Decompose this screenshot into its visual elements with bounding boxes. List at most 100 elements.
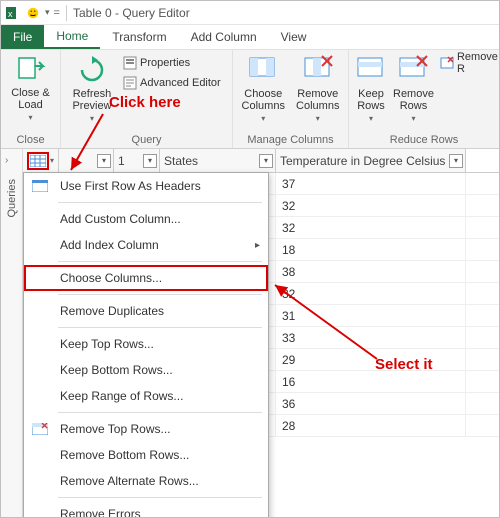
- remove-columns-label: Remove Columns: [294, 88, 343, 112]
- group-reduce-rows-label: Reduce Rows: [349, 134, 499, 148]
- menu-keep-range-rows[interactable]: Keep Range of Rows...: [24, 383, 268, 409]
- tab-add-column[interactable]: Add Column: [179, 25, 269, 49]
- remove-rows-icon: [397, 54, 429, 86]
- keep-rows-button[interactable]: Keep Rows ▾: [355, 54, 387, 123]
- menu-add-index-column[interactable]: Add Index Column ▸: [24, 232, 268, 258]
- choose-columns-button[interactable]: Choose Columns ▾: [239, 54, 288, 123]
- properties-icon: [123, 56, 137, 70]
- cell-temperature[interactable]: 38: [276, 261, 466, 282]
- data-grid: ▾ ▾ 1 ▾ States ▾ Temperature in Degree C…: [23, 149, 499, 517]
- menu-remove-alternate-rows[interactable]: Remove Alternate Rows...: [24, 468, 268, 494]
- properties-label: Properties: [140, 57, 190, 69]
- menu-separator: [58, 294, 262, 295]
- qat-dropdown-icon[interactable]: ▾: [45, 7, 50, 18]
- group-manage-columns-label: Manage Columns: [233, 134, 348, 148]
- dropdown-icon: ▾: [411, 114, 415, 123]
- menu-label: Add Custom Column...: [60, 212, 181, 226]
- table-context-menu: Use First Row As Headers Add Custom Colu…: [23, 172, 269, 517]
- choose-columns-label: Choose Columns: [239, 88, 288, 112]
- choose-columns-icon: [247, 54, 279, 86]
- menu-separator: [58, 412, 262, 413]
- tab-transform[interactable]: Transform: [100, 25, 178, 49]
- keep-rows-label: Keep Rows: [355, 88, 387, 112]
- menu-separator: [58, 202, 262, 203]
- menu-separator: [58, 261, 262, 262]
- menu-label: Add Index Column: [60, 238, 159, 252]
- cell-temperature[interactable]: 33: [276, 327, 466, 348]
- column-1-label: 1: [118, 154, 125, 168]
- menu-label: Remove Bottom Rows...: [60, 448, 189, 462]
- menu-add-custom-column[interactable]: Add Custom Column...: [24, 206, 268, 232]
- menu-separator: [58, 327, 262, 328]
- queries-rail-label: Queries: [6, 179, 18, 218]
- refresh-icon: [76, 54, 108, 86]
- advanced-editor-button[interactable]: Advanced Editor: [123, 74, 221, 92]
- dropdown-icon: ▾: [28, 113, 32, 122]
- cell-temperature[interactable]: 28: [276, 415, 466, 436]
- remove-rows-button[interactable]: Remove Rows ▾: [393, 54, 434, 123]
- menu-label: Remove Top Rows...: [60, 422, 171, 436]
- column-header-blank[interactable]: ▾: [59, 149, 114, 172]
- menu-separator: [58, 497, 262, 498]
- tab-view[interactable]: View: [269, 25, 319, 49]
- window-title: Table 0 - Query Editor: [73, 6, 190, 20]
- table-header-icon: [32, 178, 48, 194]
- menu-remove-errors[interactable]: Remove Errors: [24, 501, 268, 517]
- menu-use-first-row[interactable]: Use First Row As Headers: [24, 173, 268, 199]
- menu-choose-columns[interactable]: Choose Columns...: [24, 265, 268, 291]
- menu-label: Choose Columns...: [60, 271, 162, 285]
- app-excel-icon: x: [5, 5, 21, 21]
- column-states-label: States: [164, 154, 198, 168]
- menu-label: Keep Top Rows...: [60, 337, 154, 351]
- refresh-preview-button[interactable]: Refresh Preview ▾: [67, 54, 117, 123]
- cell-temperature[interactable]: 29: [276, 349, 466, 370]
- menu-label: Use First Row As Headers: [60, 179, 201, 193]
- close-load-icon: [15, 54, 47, 86]
- properties-button[interactable]: Properties: [123, 54, 221, 72]
- menu-label: Keep Range of Rows...: [60, 389, 183, 403]
- tab-file[interactable]: File: [1, 25, 44, 49]
- menu-label: Keep Bottom Rows...: [60, 363, 173, 377]
- expand-chevron-icon[interactable]: ›: [5, 155, 8, 166]
- remove-columns-button[interactable]: Remove Columns ▾: [294, 54, 343, 123]
- dropdown-icon: ▾: [261, 114, 265, 123]
- face-icon[interactable]: [25, 5, 41, 21]
- keep-rows-icon: [355, 54, 387, 86]
- cell-temperature[interactable]: 32: [276, 283, 466, 304]
- filter-dropdown-icon[interactable]: ▾: [143, 154, 157, 168]
- queries-pane-rail[interactable]: › Queries: [1, 149, 23, 517]
- submenu-arrow-icon: ▸: [255, 240, 260, 251]
- cell-temperature[interactable]: 32: [276, 195, 466, 216]
- filter-dropdown-icon[interactable]: ▾: [449, 154, 463, 168]
- menu-label: Remove Errors: [60, 507, 141, 517]
- dropdown-icon: ▾: [369, 114, 373, 123]
- column-header-states[interactable]: States ▾: [160, 149, 276, 172]
- ribbon-tabs: File Home Transform Add Column View: [1, 25, 499, 49]
- filter-dropdown-icon[interactable]: ▾: [97, 154, 111, 168]
- column-header-temperature[interactable]: Temperature in Degree Celsius ▾: [276, 149, 466, 172]
- svg-text:x: x: [8, 9, 13, 19]
- column-header-1[interactable]: 1 ▾: [114, 149, 160, 172]
- table-menu-button[interactable]: ▾: [23, 149, 59, 172]
- close-load-button[interactable]: Close & Load ▾: [7, 54, 54, 122]
- menu-remove-duplicates[interactable]: Remove Duplicates: [24, 298, 268, 324]
- menu-remove-bottom-rows[interactable]: Remove Bottom Rows...: [24, 442, 268, 468]
- table-icon: [30, 155, 46, 167]
- cell-temperature[interactable]: 37: [276, 173, 466, 194]
- cell-temperature[interactable]: 36: [276, 393, 466, 414]
- filter-dropdown-icon[interactable]: ▾: [259, 154, 273, 168]
- remove-rows-partial-button[interactable]: Remove R: [440, 54, 498, 72]
- cell-temperature[interactable]: 32: [276, 217, 466, 238]
- close-load-label: Close & Load: [7, 88, 54, 111]
- ribbon: Close & Load ▾ Close Refresh Preview ▾: [1, 49, 499, 149]
- cell-temperature[interactable]: 31: [276, 305, 466, 326]
- cell-temperature[interactable]: 16: [276, 371, 466, 392]
- cell-temperature[interactable]: 18: [276, 239, 466, 260]
- tab-home[interactable]: Home: [44, 25, 100, 49]
- menu-label: Remove Alternate Rows...: [60, 474, 199, 488]
- refresh-preview-label: Refresh Preview: [67, 88, 117, 112]
- menu-remove-top-rows[interactable]: Remove Top Rows...: [24, 416, 268, 442]
- menu-keep-top-rows[interactable]: Keep Top Rows...: [24, 331, 268, 357]
- dropdown-icon: ▾: [316, 114, 320, 123]
- menu-keep-bottom-rows[interactable]: Keep Bottom Rows...: [24, 357, 268, 383]
